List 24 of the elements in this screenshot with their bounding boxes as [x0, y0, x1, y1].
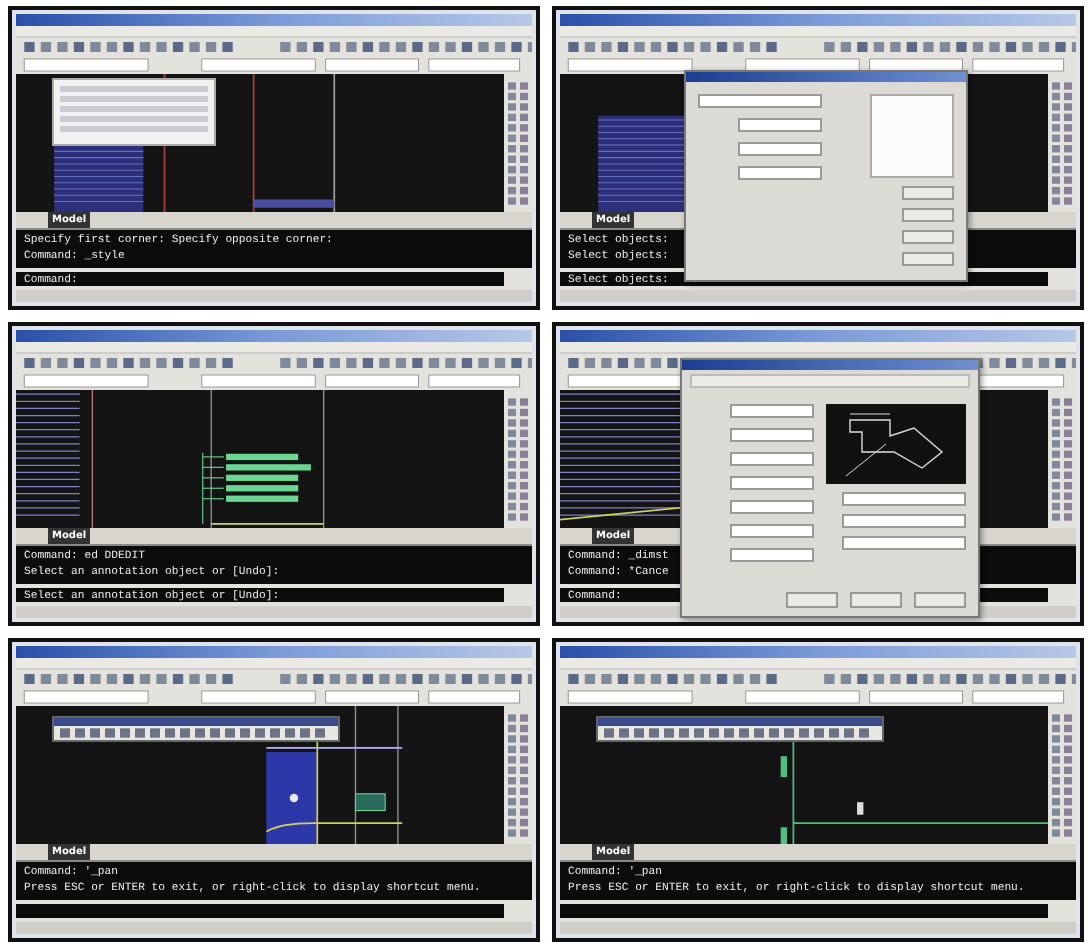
- dialog-button[interactable]: [786, 592, 838, 608]
- dropdown-field[interactable]: [730, 524, 814, 538]
- input-field[interactable]: [738, 166, 822, 180]
- dropdown-field[interactable]: [730, 452, 814, 466]
- dialog-button[interactable]: [850, 592, 902, 608]
- preview-area: [870, 94, 954, 178]
- dropdown-field[interactable]: [842, 514, 966, 528]
- input-field[interactable]: [738, 118, 822, 132]
- dimension-preview-drawing: [826, 404, 966, 484]
- dropdown-field[interactable]: [730, 500, 814, 514]
- dropdown-field[interactable]: [730, 548, 814, 562]
- dropdown-field[interactable]: [730, 428, 814, 442]
- dialog-button[interactable]: [902, 252, 954, 266]
- dialog-button[interactable]: [902, 230, 954, 244]
- dropdown-field[interactable]: [842, 492, 966, 506]
- dropdown-field[interactable]: [730, 404, 814, 418]
- dialog-button[interactable]: [902, 208, 954, 222]
- input-field[interactable]: [698, 94, 822, 108]
- dropdown-field[interactable]: [730, 476, 814, 490]
- input-field[interactable]: [738, 142, 822, 156]
- dialog-button[interactable]: [914, 592, 966, 608]
- dialog-button[interactable]: [902, 186, 954, 200]
- dropdown-field[interactable]: [842, 536, 966, 550]
- tab-strip[interactable]: [690, 374, 970, 388]
